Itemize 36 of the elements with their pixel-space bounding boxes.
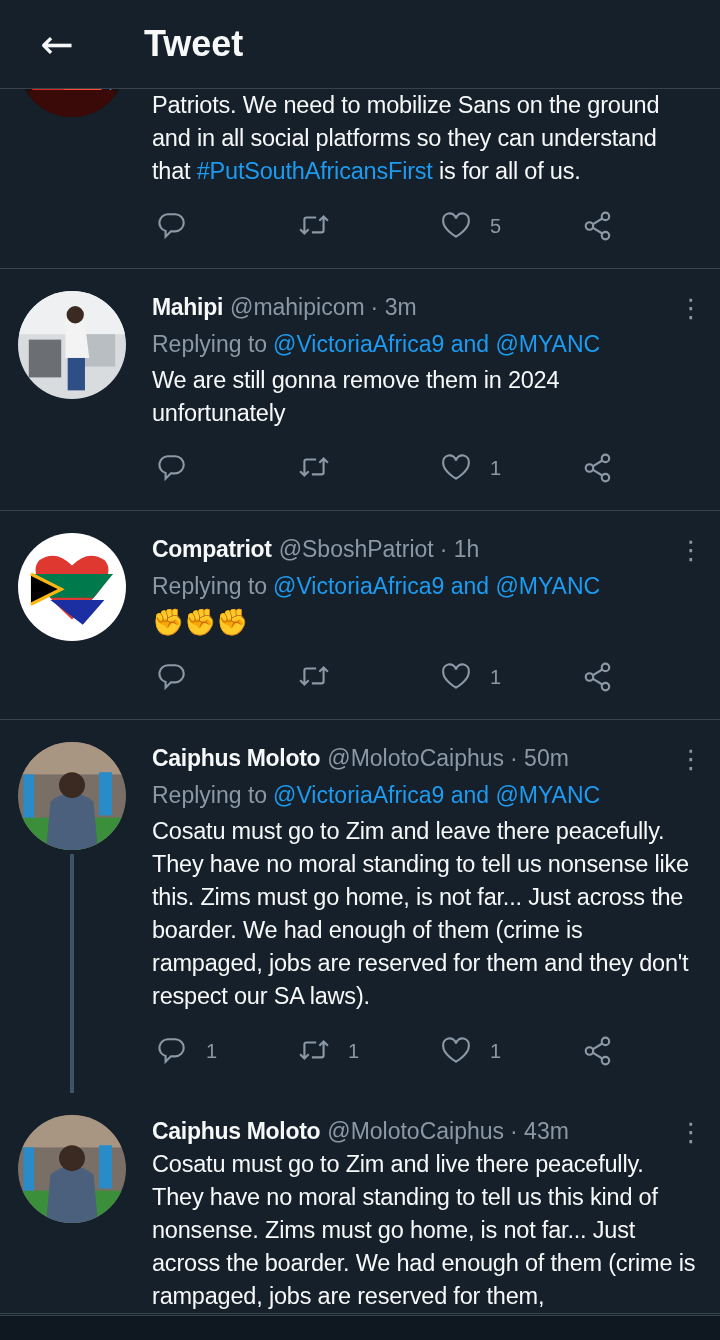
reply-button[interactable]: 1	[152, 1029, 218, 1073]
back-button[interactable]: ←	[32, 24, 82, 64]
timestamp: · 50m	[510, 745, 569, 772]
timestamp: · 3m	[370, 294, 417, 321]
like-button[interactable]: 5	[436, 204, 502, 248]
more-button[interactable]: ⋮	[678, 534, 694, 565]
replying-label: Replying to	[152, 782, 268, 808]
replying-label: Replying to	[152, 331, 268, 357]
retweet-button[interactable]: 1	[294, 1029, 360, 1073]
page-title: Tweet	[144, 23, 244, 65]
like-button[interactable]: 1	[436, 1029, 502, 1073]
like-button[interactable]: 1	[436, 655, 502, 699]
emoji-text: ✊✊✊	[152, 606, 249, 639]
tweet-text: Cosatu must go to Zim and live there peacefully. They have no moral standing to tell us this kind of nonsense. Zims must go home, is not far... Just across the boarder. We had enough of them (crime is rampaged, jobs are reserved for them,	[152, 1150, 696, 1311]
more-button[interactable]: ⋮	[678, 1116, 694, 1147]
replying-label: Replying to	[152, 573, 268, 599]
user-handle: @MolotoCaiphus	[327, 1118, 505, 1145]
user-name: Caiphus Moloto	[152, 745, 321, 772]
user-handle: @MolotoCaiphus	[327, 745, 505, 772]
tweet-text: Cosatu must go to Zim and leave there peacefully. They have no moral standing to tell us nonsense like this. Zims must go home, is not far... Just across the boarder. We had enough of them (crime is rampaged, jobs are reserved for them and they don't respect our SA laws).	[152, 817, 690, 1011]
mention-link[interactable]: @VictoriaAfrica9 and @MYANC	[273, 331, 601, 357]
tweet-text: We are still gonna remove them in 2024 unfortunately	[152, 366, 561, 428]
tweet-text: Patriots. We need to mobilize Sans on the ground and in all social platforms so they can understand that #PutSouthAfricansFirst is for all of us.	[152, 91, 661, 186]
timestamp: · 43m	[510, 1118, 569, 1145]
mention-link[interactable]: @VictoriaAfrica9 and @MYANC	[273, 573, 601, 599]
mention-link[interactable]: @VictoriaAfrica9 and @MYANC	[273, 782, 601, 808]
more-button[interactable]: ⋮	[678, 292, 694, 323]
more-button[interactable]: ⋮	[678, 743, 694, 774]
user-handle: @mahipicom	[230, 294, 365, 321]
like-button[interactable]: 1	[436, 446, 502, 490]
hashtag-link[interactable]: #PutSouthAfricansFirst	[196, 158, 433, 184]
user-handle: @SboshPatriot	[278, 536, 434, 563]
user-name: Caiphus Moloto	[152, 1118, 321, 1145]
user-name: Compatriot	[152, 536, 272, 563]
user-name: Mahipi	[152, 294, 224, 321]
timestamp: · 1h	[439, 536, 480, 563]
